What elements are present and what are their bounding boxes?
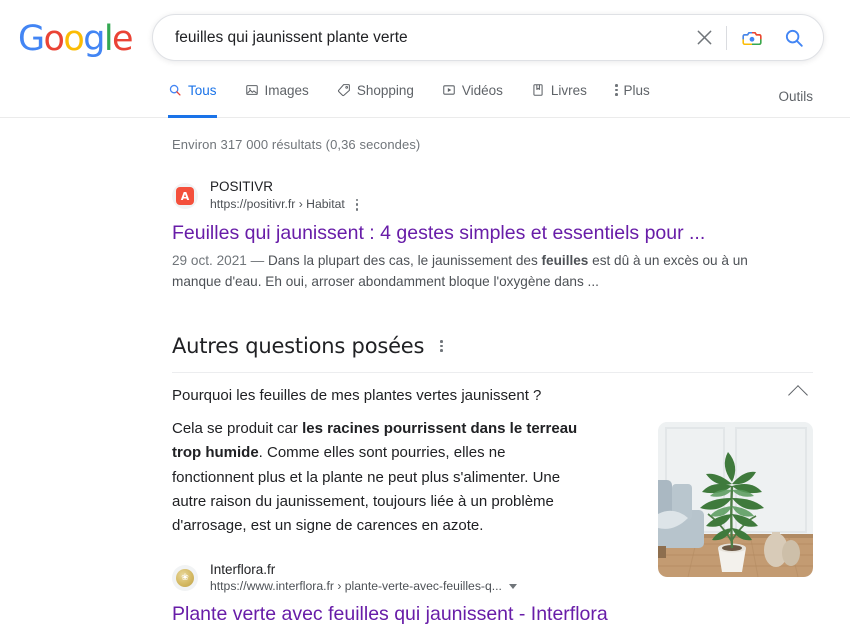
site-name: Interflora.fr (210, 562, 276, 578)
search-results-main: Environ 317 000 résultats (0,36 secondes… (0, 118, 850, 627)
snippet-date: 29 oct. 2021 — (172, 253, 268, 268)
result-snippet: 29 oct. 2021 — Dans la plupart des cas, … (172, 250, 762, 293)
source-title-link[interactable]: Plante verte avec feuilles qui jaunissen… (172, 602, 636, 627)
site-url: https://positivr.fr › Habitat (210, 197, 345, 212)
search-input[interactable] (153, 15, 684, 60)
price-tag-icon (337, 83, 351, 97)
result-header: A POSITIVR https://positivr.fr › Habitat (172, 179, 850, 214)
search-magnifier-icon[interactable] (771, 18, 817, 58)
nav-tabs: Tous Images Shopping Vidéos Livres Plus (168, 76, 678, 118)
more-vertical-icon (614, 84, 618, 96)
paa-question-row[interactable]: Pourquoi les feuilles de mes plantes ver… (172, 373, 813, 417)
tab-tous[interactable]: Tous (168, 76, 233, 118)
page-header: Google feuilles qui jaunissent plante ve… (0, 0, 850, 118)
tab-label: Tous (188, 82, 217, 98)
logo-letter-3: g (83, 19, 105, 59)
site-info: POSITIVR https://positivr.fr › Habitat (210, 179, 362, 214)
search-icon (168, 83, 182, 97)
tab-label: Shopping (356, 82, 414, 98)
tools-button[interactable]: Outils (778, 89, 813, 117)
site-url: https://www.interflora.fr › plante-verte… (210, 579, 502, 594)
tab-images[interactable]: Images (245, 76, 325, 117)
google-logo[interactable]: Google (18, 19, 134, 59)
tab-label: Plus (623, 82, 650, 98)
logo-letter-5: e (111, 19, 134, 59)
favicon-glyph: A (176, 187, 194, 206)
more-options-icon[interactable] (352, 196, 363, 214)
image-icon (245, 83, 259, 97)
positivr-favicon: A (172, 183, 198, 210)
search-result-positivr: A POSITIVR https://positivr.fr › Habitat… (172, 179, 850, 293)
result-stats: Environ 317 000 résultats (0,36 secondes… (172, 137, 421, 152)
interflora-favicon: ❀ (172, 565, 198, 592)
caret-down-icon[interactable] (508, 584, 517, 590)
snippet-bold: feuilles (541, 253, 589, 268)
search-bar[interactable] (152, 14, 824, 61)
logo-letter-0: G (18, 19, 45, 59)
chevron-up-icon[interactable] (788, 385, 808, 406)
tab-videos[interactable]: Vidéos (442, 76, 519, 117)
paa-thumbnail-image[interactable] (658, 421, 813, 577)
tab-label: Images (264, 82, 309, 98)
tab-livres[interactable]: Livres (531, 76, 603, 117)
close-icon[interactable] (684, 18, 724, 58)
answer-text-1: Cela se produit car (172, 419, 303, 437)
paa-source-result: ❀ Interflora.fr https://www.interflora.f… (172, 562, 636, 626)
paa-question-text: Pourquoi les feuilles de mes plantes ver… (172, 386, 542, 404)
site-info: Interflora.fr https://www.interflora.fr … (210, 562, 517, 594)
snippet-text-1: Dans la plupart des cas, le jaunissement… (267, 253, 542, 268)
logo-letter-1: o (43, 19, 65, 59)
more-options-icon[interactable] (436, 337, 447, 355)
paa-answer-text: Cela se produit car les racines pourriss… (172, 417, 582, 538)
site-url-row: https://www.interflora.fr › plante-verte… (210, 579, 517, 594)
result-title-link[interactable]: Feuilles qui jaunissent : 4 gestes simpl… (172, 221, 850, 246)
google-lens-camera-icon[interactable] (733, 18, 771, 58)
tab-plus[interactable]: Plus (614, 76, 666, 117)
tab-shopping[interactable]: Shopping (337, 76, 430, 117)
paa-title: Autres questions posées (172, 333, 425, 358)
tab-label: Vidéos (461, 82, 503, 98)
site-name: POSITIVR (210, 179, 274, 194)
tab-label: Livres (550, 82, 587, 98)
book-icon (531, 83, 545, 97)
search-nav: Tous Images Shopping Vidéos Livres Plus … (168, 75, 850, 118)
video-play-icon (442, 83, 456, 97)
logo-letter-4: l (103, 19, 114, 59)
logo-letter-2: o (63, 19, 84, 59)
source-header: ❀ Interflora.fr https://www.interflora.f… (172, 562, 636, 594)
paa-answer-body: Cela se produit car les racines pourriss… (172, 417, 813, 627)
site-url-row: https://positivr.fr › Habitat (210, 196, 362, 214)
paa-header: Autres questions posées (172, 334, 850, 358)
people-also-ask-section: Autres questions posées Pourquoi les feu… (172, 334, 850, 627)
favicon-glyph: ❀ (176, 569, 194, 588)
search-divider (726, 25, 727, 50)
